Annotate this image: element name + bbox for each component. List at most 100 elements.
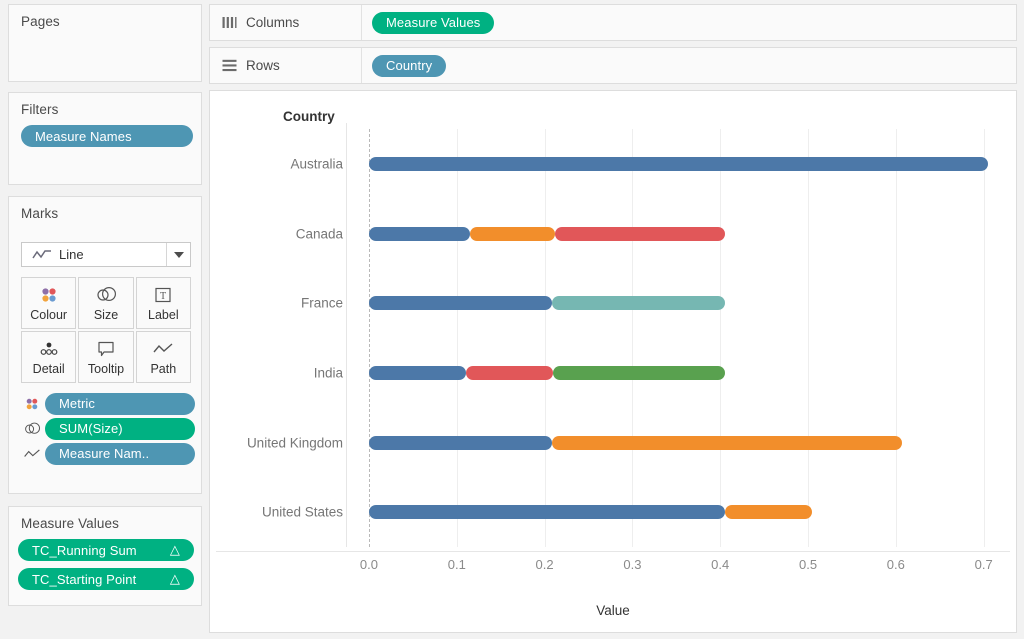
pages-card[interactable]: Pages xyxy=(8,4,202,82)
marks-assigned-row-colour[interactable]: Metric xyxy=(19,391,195,416)
marks-label-label: Label xyxy=(148,307,179,322)
y-axis-tick-label[interactable]: United States xyxy=(213,505,343,520)
tableau-worksheet: Pages Filters Measure Names Marks Line C… xyxy=(0,0,1024,639)
gridline xyxy=(895,129,897,547)
marks-assigned-row-path[interactable]: Measure Nam.. xyxy=(19,441,195,466)
measure-value-pill-running-sum[interactable]: TC_Running Sum △ xyxy=(18,539,194,561)
rows-shelf-text: Rows xyxy=(246,58,280,73)
bar-segment[interactable] xyxy=(724,505,813,520)
rows-pill-label: Country xyxy=(386,58,433,73)
gridline xyxy=(544,129,546,547)
x-axis-tick-label[interactable]: 0.6 xyxy=(887,557,905,572)
measure-value-pill-running-sum-label: TC_Running Sum xyxy=(32,542,137,558)
bar-segment[interactable] xyxy=(368,226,470,241)
marks-colour-button[interactable]: Colour xyxy=(21,277,77,329)
marks-detail-button[interactable]: Detail xyxy=(21,331,77,383)
columns-shelf-body[interactable]: Measure Values xyxy=(362,11,495,34)
bar-segment[interactable] xyxy=(465,365,554,380)
marks-tooltip-button[interactable]: Tooltip xyxy=(78,331,134,383)
y-axis-tick-label[interactable]: United Kingdom xyxy=(213,435,343,450)
y-axis-tick-label[interactable]: Australia xyxy=(213,156,343,171)
x-axis-tick-label[interactable]: 0.3 xyxy=(623,557,641,572)
filters-card[interactable]: Filters Measure Names xyxy=(8,92,202,185)
colour-icon xyxy=(19,396,45,412)
measure-values-card: Measure Values TC_Running Sum △ TC_Start… xyxy=(8,506,202,606)
bar-segment[interactable] xyxy=(368,296,552,311)
mark-type-dropdown[interactable]: Line xyxy=(21,242,191,267)
marks-pill-metric-label: Metric xyxy=(59,396,95,411)
marks-detail-label: Detail xyxy=(32,361,65,376)
x-axis-tick-label[interactable]: 0.1 xyxy=(448,557,466,572)
x-axis-tick-label[interactable]: 0.0 xyxy=(360,557,378,572)
marks-size-button[interactable]: Size xyxy=(78,277,134,329)
y-axis-tick-label[interactable]: India xyxy=(213,365,343,380)
gridline xyxy=(808,129,810,547)
x-axis-tick-label[interactable]: 0.7 xyxy=(975,557,993,572)
label-icon: T xyxy=(154,285,172,305)
rows-icon xyxy=(222,59,237,72)
path-icon xyxy=(152,339,174,359)
marks-assigned-fields: Metric SUM(Size) Measure Nam.. xyxy=(19,391,195,466)
bar-segment[interactable] xyxy=(551,296,725,311)
y-axis-tick-label[interactable]: Canada xyxy=(213,226,343,241)
bar-segment[interactable] xyxy=(551,435,902,450)
colour-icon xyxy=(39,285,59,305)
filter-pill-label: Measure Names xyxy=(35,128,132,144)
marks-pill-sum-size-label: SUM(Size) xyxy=(59,421,123,436)
marks-colour-label: Colour xyxy=(30,307,68,322)
marks-buttons-grid: Colour Size T Label Detail Tooltip Path xyxy=(21,277,191,383)
bar-segment[interactable] xyxy=(368,435,552,450)
marks-title: Marks xyxy=(21,206,59,221)
bar-segment[interactable] xyxy=(553,365,725,380)
columns-pill-label: Measure Values xyxy=(386,15,481,30)
bar-segment[interactable] xyxy=(368,505,725,520)
rows-shelf[interactable]: Rows Country xyxy=(209,47,1017,84)
marks-pill-metric[interactable]: Metric xyxy=(45,392,195,415)
rows-shelf-body[interactable]: Country xyxy=(362,54,447,77)
pages-title: Pages xyxy=(21,14,60,29)
bar-segment[interactable] xyxy=(469,226,556,241)
gridline xyxy=(632,129,634,547)
filters-title: Filters xyxy=(21,102,59,117)
measure-value-pill-starting-point[interactable]: TC_Starting Point △ xyxy=(18,568,194,590)
marks-tooltip-label: Tooltip xyxy=(87,361,125,376)
marks-size-label: Size xyxy=(93,307,119,322)
x-axis-title: Value xyxy=(596,603,630,618)
marks-pill-measure-names[interactable]: Measure Nam.. xyxy=(45,442,195,465)
columns-shelf-label: Columns xyxy=(210,5,362,40)
x-axis-tick-label[interactable]: 0.5 xyxy=(799,557,817,572)
delta-icon: △ xyxy=(169,571,180,586)
plot-area xyxy=(347,129,1010,547)
marks-assigned-row-size[interactable]: SUM(Size) xyxy=(19,416,195,441)
gridline xyxy=(456,129,458,547)
bar-segment[interactable] xyxy=(555,226,725,241)
columns-shelf[interactable]: Columns Measure Values xyxy=(209,4,1017,41)
path-icon xyxy=(19,448,45,460)
columns-pill-measure-values[interactable]: Measure Values xyxy=(372,11,495,34)
filter-pill-measure-names[interactable]: Measure Names xyxy=(21,125,193,147)
mark-type-value: Line xyxy=(59,247,84,262)
rows-pill-country[interactable]: Country xyxy=(372,54,447,77)
marks-label-button[interactable]: T Label xyxy=(135,277,191,329)
marks-pill-measure-names-label: Measure Nam.. xyxy=(59,446,150,461)
marks-pill-sum-size[interactable]: SUM(Size) xyxy=(45,417,195,440)
line-icon xyxy=(32,249,52,261)
tooltip-icon xyxy=(96,339,116,359)
size-icon xyxy=(95,285,117,305)
y-axis-tick-label[interactable]: France xyxy=(213,296,343,311)
gridline xyxy=(983,129,985,547)
chevron-down-icon[interactable] xyxy=(166,243,190,266)
detail-icon xyxy=(38,339,60,359)
zero-reference-line xyxy=(368,129,370,547)
columns-shelf-text: Columns xyxy=(246,15,300,30)
measure-values-title: Measure Values xyxy=(21,516,119,531)
x-axis-tick-label[interactable]: 0.4 xyxy=(711,557,729,572)
chart-view[interactable]: Country Australia Canada France India United… xyxy=(209,90,1017,633)
bar-segment[interactable] xyxy=(368,365,466,380)
marks-card: Marks Line Colour Size T Label Detail To… xyxy=(8,196,202,494)
x-axis-tick-label[interactable]: 0.2 xyxy=(536,557,554,572)
marks-path-label: Path xyxy=(150,361,177,376)
measure-value-pill-starting-point-label: TC_Starting Point xyxy=(32,571,137,587)
marks-path-button[interactable]: Path xyxy=(135,331,191,383)
bar-segment[interactable] xyxy=(368,156,989,171)
